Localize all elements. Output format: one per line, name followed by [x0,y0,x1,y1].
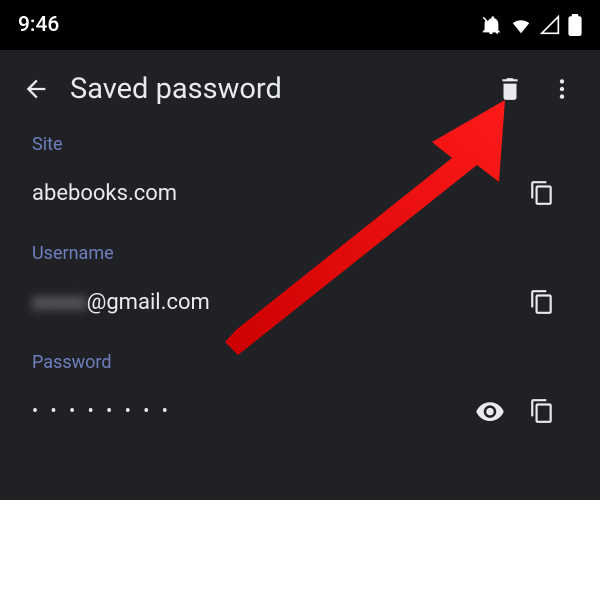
copy-password-button[interactable] [516,385,568,437]
reveal-password-button[interactable] [464,385,516,437]
username-value[interactable]: xxxxx@gmail.com [32,288,516,317]
username-field: Username xxxxx@gmail.com [32,243,568,328]
copy-icon [529,398,555,424]
arrow-back-icon [22,75,50,103]
copy-username-button[interactable] [516,276,568,328]
copy-icon [529,180,555,206]
site-value[interactable]: abebooks.com [32,179,516,208]
username-domain-part: @gmail.com [87,290,210,315]
copy-site-button[interactable] [516,167,568,219]
username-obscured-part: xxxxx [32,290,87,315]
password-label: Password [32,352,568,373]
status-bar: 9:46 [0,0,600,50]
eye-icon [475,396,505,426]
battery-icon [568,14,582,36]
copy-icon [529,289,555,315]
site-label: Site [32,134,568,155]
saved-password-screen: Saved password Site abebooks.com [0,50,600,500]
password-field: Password • • • • • • • • [32,352,568,437]
signal-icon [540,15,560,35]
page-title: Saved password [70,72,484,106]
overflow-menu-button[interactable] [536,63,588,115]
username-label: Username [32,243,568,264]
wifi-icon [510,14,532,36]
trash-icon [497,76,523,102]
app-bar: Saved password [0,50,600,128]
back-button[interactable] [12,65,60,113]
dnd-off-icon [480,14,502,36]
more-vert-icon [549,76,575,102]
status-time: 9:46 [18,13,59,37]
password-value[interactable]: • • • • • • • • [32,399,464,424]
delete-button[interactable] [484,63,536,115]
site-field: Site abebooks.com [32,134,568,219]
